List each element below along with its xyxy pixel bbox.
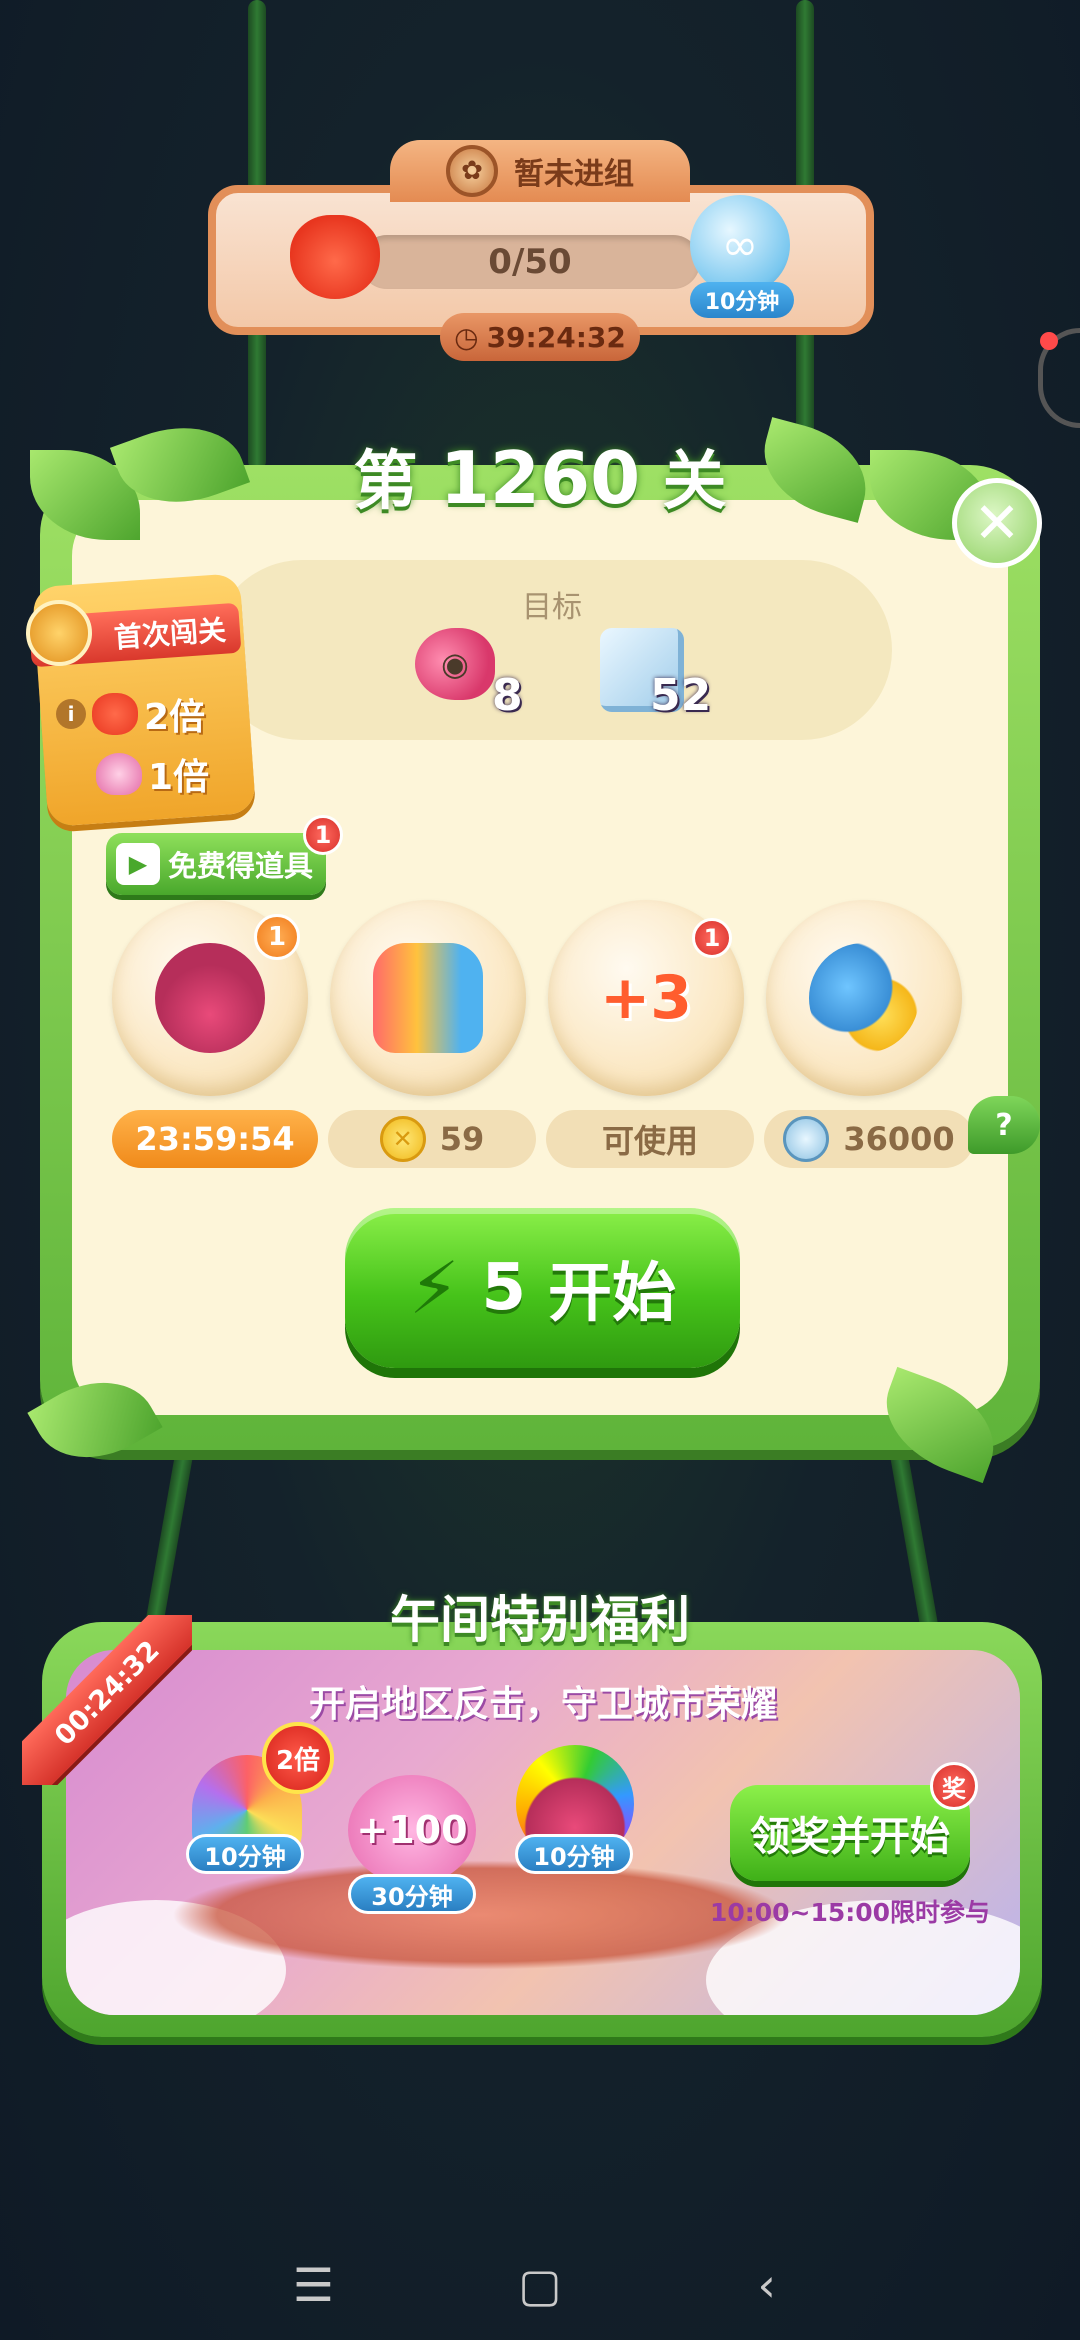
level-prefix: 第	[353, 445, 418, 519]
gold-coin-icon: ✕	[379, 1116, 426, 1162]
claim-time-note: 10:00~15:00限时参与	[709, 1898, 991, 1927]
energy-bolt-icon: ⚡	[408, 1246, 460, 1330]
booster-badge-1: 1	[254, 914, 300, 960]
fox-multiplier: 2倍	[144, 697, 206, 738]
clock-icon: ◷	[454, 320, 479, 354]
notification-dot	[1040, 332, 1058, 350]
start-button[interactable]: ⚡ 5 开始	[345, 1208, 740, 1368]
reward-tag-3: 10分钟	[515, 1834, 633, 1874]
lotus-icon	[96, 753, 142, 795]
menu-icon[interactable]: ☰	[273, 2245, 353, 2325]
bonus-timer-ribbon: 00:24:32	[22, 1615, 192, 1785]
silver-coin-icon	[783, 1116, 830, 1162]
start-label: 开始	[548, 1257, 677, 1331]
booster-slot-2[interactable]	[330, 900, 526, 1096]
lotus-multiplier: 1倍	[148, 757, 210, 798]
help-button[interactable]: ?	[968, 1096, 1040, 1154]
level-suffix: 关	[662, 445, 727, 519]
booster-price-4-text: 36000	[843, 1120, 955, 1158]
video-play-icon: ▶	[116, 843, 160, 885]
snail-icon: ◉	[415, 628, 495, 700]
plus-three-moves-icon: +3	[599, 963, 693, 1033]
team-countdown-text: 39:24:32	[486, 320, 626, 354]
start-energy: 5	[481, 1251, 527, 1325]
booster-badge-3: 1	[692, 918, 732, 958]
bonus-subtitle: 开启地区反击，守卫城市荣耀	[308, 1684, 777, 1725]
bottle-icon[interactable]: ∞	[690, 195, 790, 295]
info-icon[interactable]: i	[56, 699, 86, 729]
booster-timer-text: 23:59:54	[135, 1120, 295, 1158]
booster-slot-4[interactable]	[766, 900, 962, 1096]
multiplier-badge: 2倍	[262, 1722, 334, 1794]
fox-icon	[290, 215, 380, 299]
team-status-text: 暂未进组	[514, 157, 634, 192]
level-number: 1260	[439, 436, 641, 520]
claim-badge: 奖	[930, 1762, 978, 1810]
lotus-multiplier-row: 1倍	[96, 748, 209, 800]
reward-tag-2: 30分钟	[348, 1874, 476, 1914]
team-progress-text: 0/50	[488, 242, 572, 282]
bonus-timer: 00:24:32	[22, 1615, 192, 1785]
fox-icon	[92, 693, 138, 735]
stage-platform	[170, 1860, 790, 1970]
rainbow-owl-icon	[155, 943, 265, 1053]
reward-tag-1: 10分钟	[186, 1834, 304, 1874]
team-countdown: ◷ 39:24:32	[440, 313, 640, 361]
back-icon[interactable]: ‹	[727, 2245, 807, 2325]
team-progress-bar: 0/50	[360, 235, 700, 289]
free-items-badge: 1	[303, 815, 343, 855]
team-badge-icon: ✿	[446, 145, 498, 197]
goal-label: 目标	[522, 590, 582, 625]
booster-count-2: ✕ 59	[328, 1110, 536, 1168]
home-icon[interactable]: ▢	[500, 2245, 580, 2325]
rocket-icon	[373, 943, 483, 1053]
trophy-icon	[26, 600, 92, 666]
close-button[interactable]: ✕	[952, 478, 1042, 568]
booster-count-2-text: 59	[439, 1120, 485, 1158]
booster-price-4: 36000	[764, 1110, 974, 1168]
free-items-button[interactable]: ▶ 免费得道具	[106, 833, 326, 895]
fox-multiplier-row: i 2倍	[56, 688, 205, 740]
booster-status-3-text: 可使用	[601, 1122, 698, 1160]
pet-pair-icon	[809, 943, 919, 1053]
booster-status-3: 可使用	[546, 1110, 754, 1168]
plus-100-icon: +100	[348, 1775, 476, 1885]
close-icon: ✕	[973, 490, 1021, 556]
goal-count-ice: 52	[650, 670, 712, 721]
free-items-label: 免费得道具	[168, 849, 314, 883]
level-title: 第 1260 关	[0, 430, 1080, 522]
team-status-tab[interactable]: ✿ 暂未进组	[390, 140, 690, 202]
goal-count-snail: 8	[492, 670, 523, 721]
bottle-duration-tag: 10分钟	[690, 282, 794, 318]
system-nav-bar: ☰ ▢ ‹	[0, 2230, 1080, 2340]
booster-timer: 23:59:54	[112, 1110, 318, 1168]
